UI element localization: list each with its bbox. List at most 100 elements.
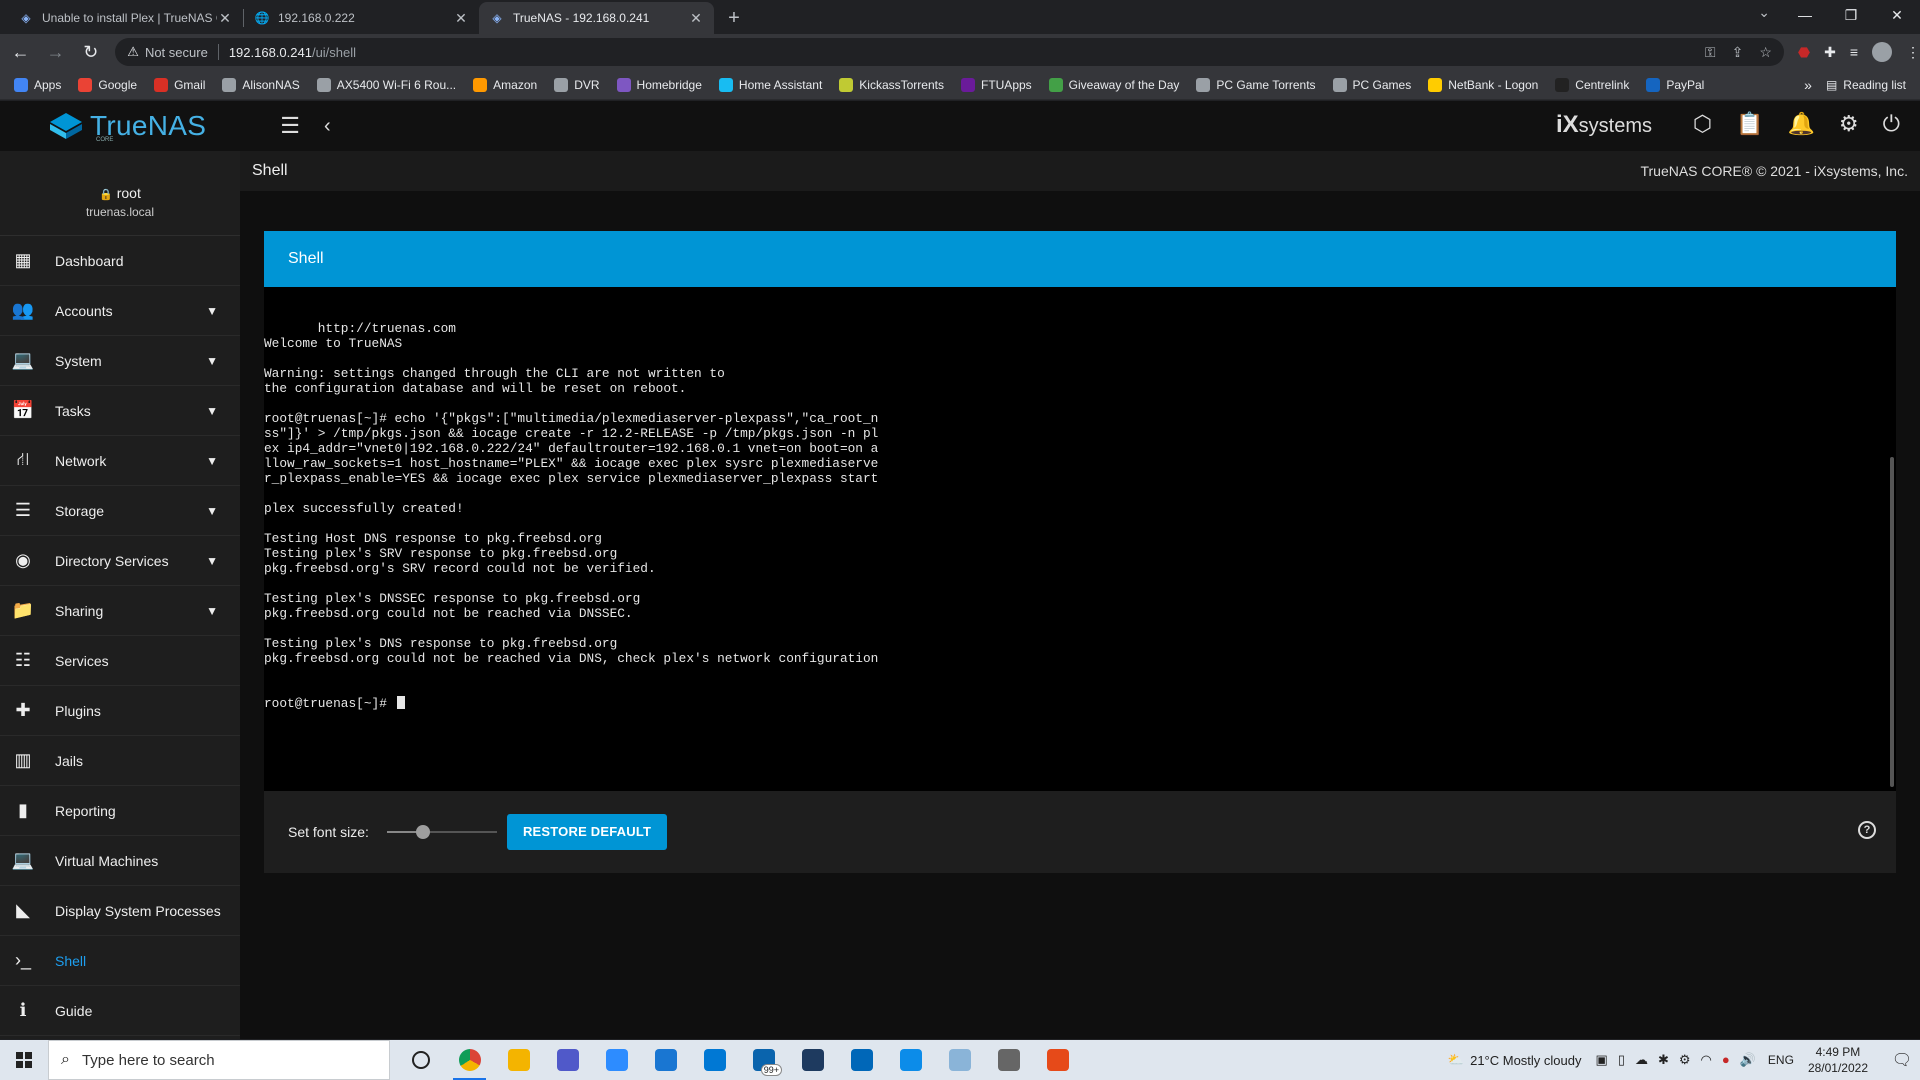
caret-down-icon[interactable]: ▼ [206, 304, 218, 318]
bookmark-item[interactable]: Gmail [154, 77, 205, 92]
bookmark-item[interactable]: Amazon [473, 77, 537, 92]
collapse-sidebar-icon[interactable]: ‹ [324, 115, 331, 138]
font-size-slider[interactable] [386, 824, 497, 840]
caret-down-icon[interactable]: ▼ [206, 404, 218, 418]
tray-settings-icon[interactable]: ⚙ [1679, 1052, 1691, 1068]
flash-icon[interactable] [1033, 1040, 1082, 1080]
clock[interactable]: 4:49 PM 28/01/2022 [1808, 1044, 1868, 1076]
volume-icon[interactable]: 🔊 [1740, 1052, 1756, 1068]
bluetooth-icon[interactable]: ✱ [1658, 1052, 1669, 1068]
tab-close-icon[interactable]: ✕ [688, 10, 704, 26]
bookmark-item[interactable]: Home Assistant [718, 77, 822, 92]
bookmark-item[interactable]: PC Games [1332, 77, 1411, 92]
truenas-logo[interactable]: TrueNAS [48, 110, 206, 142]
truecommand-icon[interactable]: ⬡ [1693, 111, 1712, 137]
antivirus-icon[interactable]: ● [1722, 1052, 1730, 1068]
security-label[interactable]: Not secure [145, 45, 208, 60]
bookmarks-more-icon[interactable]: » [1804, 77, 1812, 93]
new-tab-button[interactable]: + [720, 4, 748, 32]
key-icon[interactable]: ⚿ [1705, 44, 1716, 61]
terminal-scrollbar[interactable] [1890, 457, 1894, 787]
task-manager-icon[interactable]: 📋 [1736, 111, 1763, 137]
settings-gear-icon[interactable]: ⚙ [1839, 111, 1859, 137]
reload-icon[interactable]: ↻ [76, 37, 105, 67]
calendar-icon[interactable] [690, 1040, 739, 1080]
slider-thumb[interactable] [416, 825, 431, 839]
restore-default-button[interactable]: RESTORE DEFAULT [506, 814, 668, 850]
file-explorer-icon[interactable] [494, 1040, 543, 1080]
bookmark-item[interactable]: FTUApps [960, 77, 1032, 92]
bookmark-item[interactable]: PayPal [1646, 77, 1704, 92]
url-host[interactable]: 192.168.0.241 [229, 45, 312, 60]
forward-icon[interactable]: → [41, 37, 70, 67]
sidebar-item-sharing[interactable]: 📁 Sharing ▼ [0, 586, 240, 636]
share-icon[interactable]: ⇪ [1732, 44, 1744, 61]
bookmark-item[interactable]: DVR [554, 77, 600, 92]
settings-app-icon[interactable] [935, 1040, 984, 1080]
chrome-icon[interactable] [445, 1040, 494, 1080]
app3-icon[interactable] [984, 1040, 1033, 1080]
sidebar-item-reporting[interactable]: ▮ Reporting [0, 786, 240, 836]
teams-icon[interactable] [543, 1040, 592, 1080]
bookmark-item[interactable]: AX5400 Wi-Fi 6 Rou... [316, 77, 456, 92]
zoom-icon[interactable] [592, 1040, 641, 1080]
bookmark-item[interactable]: AlisonNAS [222, 77, 300, 92]
sidebar-item-tasks[interactable]: 📅 Tasks ▼ [0, 386, 240, 436]
sidebar-item-network[interactable]: ⛙ Network ▼ [0, 436, 240, 486]
restore-window-icon[interactable]: ❐ [1828, 0, 1874, 30]
sidebar-item-display-system-processes[interactable]: ◣ Display System Processes [0, 886, 240, 936]
edge-icon[interactable] [886, 1040, 935, 1080]
bookmark-item[interactable]: Apps [14, 77, 61, 92]
sidebar-item-plugins[interactable]: ✚ Plugins [0, 686, 240, 736]
profile-avatar[interactable] [1872, 42, 1893, 62]
address-bar[interactable]: ⚠ Not secure 192.168.0.241 /ui/shell ⚿ ⇪… [115, 38, 1784, 66]
back-icon[interactable]: ← [6, 37, 35, 67]
bookmark-item[interactable]: Giveaway of the Day [1048, 77, 1179, 92]
sidebar-item-accounts[interactable]: 👥 Accounts ▼ [0, 286, 240, 336]
notifications-bell-icon[interactable]: 🔔 [1787, 111, 1814, 137]
help-icon[interactable]: ? [1858, 821, 1876, 839]
app2-icon[interactable] [788, 1040, 837, 1080]
minimize-icon[interactable]: — [1782, 0, 1828, 30]
hamburger-menu-icon[interactable]: ☰ [280, 113, 300, 139]
taskbar-search[interactable]: ⌕ Type here to search [48, 1040, 390, 1080]
sidebar-item-jails[interactable]: ▥ Jails [0, 736, 240, 786]
url-path[interactable]: /ui/shell [312, 45, 356, 60]
caret-down-icon[interactable]: ▼ [206, 504, 218, 518]
reading-list-button[interactable]: ▤ Reading list [1826, 78, 1906, 92]
bookmark-item[interactable]: NetBank - Logon [1428, 77, 1538, 92]
sidebar-item-dashboard[interactable]: ▦ Dashboard [0, 236, 240, 286]
weather-widget[interactable]: ⛅ 21°C Mostly cloudy [1448, 1052, 1582, 1068]
mail-icon[interactable]: 99+ [739, 1040, 788, 1080]
sidebar-item-system[interactable]: 💻 System ▼ [0, 336, 240, 386]
bookmark-item[interactable]: KickassTorrents [839, 77, 944, 92]
store-icon[interactable] [837, 1040, 886, 1080]
task-view-icon[interactable] [396, 1040, 445, 1080]
caret-down-icon[interactable]: ▼ [206, 454, 218, 468]
media-control-icon[interactable]: ≡ [1850, 44, 1858, 60]
app-icon[interactable] [641, 1040, 690, 1080]
sidebar-item-storage[interactable]: ☰ Storage ▼ [0, 486, 240, 536]
notification-center-icon[interactable]: 🗨 [1884, 1050, 1920, 1070]
sidebar-item-virtual-machines[interactable]: 💻 Virtual Machines [0, 836, 240, 886]
caret-down-icon[interactable]: ▼ [206, 604, 218, 618]
tray-app-icon[interactable]: ▣ [1596, 1052, 1608, 1068]
start-button[interactable] [0, 1040, 48, 1080]
sidebar-item-services[interactable]: ☷ Services [0, 636, 240, 686]
onedrive-icon[interactable]: ☁ [1635, 1052, 1648, 1068]
sidebar-item-shell[interactable]: ›_ Shell [0, 936, 240, 986]
ublock-icon[interactable]: ⬣ [1798, 44, 1810, 61]
bookmark-item[interactable]: Homebridge [616, 77, 702, 92]
extensions-icon[interactable]: ✚ [1824, 44, 1836, 61]
sidebar-item-directory-services[interactable]: ◉ Directory Services ▼ [0, 536, 240, 586]
terminal-prompt-line[interactable]: root@truenas[~]# [264, 696, 1896, 711]
bookmark-star-icon[interactable]: ☆ [1759, 44, 1772, 61]
terminal[interactable]: http://truenas.com Welcome to TrueNAS Warn… [264, 287, 1896, 791]
browser-tab[interactable]: 🌐 192.168.0.222 ✕ [244, 2, 479, 34]
tab-search-icon[interactable]: ⌄ [1758, 4, 1770, 21]
ixsystems-logo[interactable]: iXsystems [1556, 111, 1652, 139]
close-window-icon[interactable]: ✕ [1874, 0, 1920, 30]
browser-tab[interactable]: ◈ TrueNAS - 192.168.0.241 ✕ [479, 2, 714, 34]
tab-close-icon[interactable]: ✕ [453, 10, 469, 26]
tab-close-icon[interactable]: ✕ [217, 10, 233, 26]
